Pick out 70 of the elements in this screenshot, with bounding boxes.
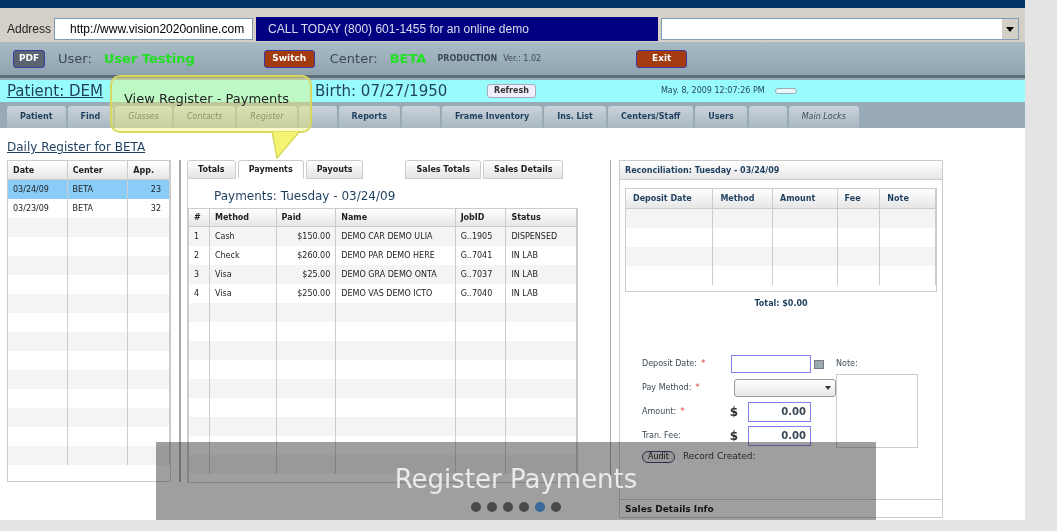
record-created-label: Record Created:	[683, 450, 756, 463]
caption-title: Register Payments	[394, 464, 638, 494]
column-header: Fee	[837, 189, 881, 208]
total-label: Total: $0.00	[754, 298, 808, 310]
switch-button[interactable]: Switch	[263, 49, 315, 68]
field-label: Pay Method:	[642, 382, 692, 394]
required-marker: *	[695, 381, 700, 395]
column-header: Name	[336, 209, 456, 226]
center-name: BETA	[389, 49, 427, 68]
column-header: Amount	[773, 189, 838, 208]
column-header: Date	[8, 161, 68, 179]
audit-button[interactable]: Audit	[642, 450, 675, 463]
nav-tab[interactable]: Users	[695, 106, 747, 128]
currency-symbol: $	[729, 428, 738, 445]
field-label: Deposit Date:	[642, 358, 697, 370]
field-label: Amount:	[642, 406, 677, 418]
center-label: Center:	[329, 49, 378, 68]
date-field[interactable]	[731, 355, 811, 373]
status-pill-icon	[774, 88, 797, 94]
column-header: Method	[713, 189, 774, 208]
nav-tab[interactable]: Reports	[338, 106, 400, 128]
reconciliation-header: Reconciliation: Tuesday - 03/24/09	[620, 161, 942, 180]
user-name: User Testing	[103, 49, 196, 68]
note-field[interactable]	[836, 374, 918, 448]
nav-tab[interactable]: Ins. List	[544, 106, 606, 128]
address-dropdown[interactable]	[661, 18, 1020, 40]
column-header: Status	[506, 209, 577, 226]
user-label: User:	[58, 49, 92, 68]
nav-tab[interactable]: Frame Inventory	[441, 106, 543, 128]
calendar-icon[interactable]	[814, 359, 824, 369]
amount-field[interactable]: 0.00	[748, 426, 811, 446]
pdf-button[interactable]: PDF	[13, 49, 45, 68]
column-header: Paid	[276, 209, 337, 226]
pay-method-select[interactable]	[734, 379, 836, 397]
column-header: Note	[880, 189, 936, 208]
column-header: Center	[67, 161, 129, 179]
column-header: Deposit Date	[626, 189, 714, 208]
report-tab[interactable]: Payouts	[305, 160, 364, 179]
date-time: May. 8, 2009 12:07:26 PM	[660, 85, 765, 97]
environment-label: PRODUCTION	[437, 52, 498, 65]
note-label: Note:	[836, 358, 859, 368]
nav-tab[interactable]: Centers/Staff	[607, 106, 694, 128]
patient-name[interactable]: Patient: DEM	[7, 79, 104, 103]
birth-date: Birth: 07/27/1950	[315, 80, 449, 102]
refresh-button[interactable]: Refresh	[487, 84, 536, 98]
amount-field[interactable]: 0.00	[748, 402, 811, 422]
column-header: JobID	[455, 209, 507, 226]
column-header: App.	[128, 161, 170, 179]
currency-symbol: $	[729, 404, 738, 421]
report-tab[interactable]: Payments	[237, 160, 304, 179]
nav-tab[interactable]: Patient	[7, 106, 66, 128]
register-title: Daily Register for BETA	[7, 139, 147, 156]
address-field[interactable]: http://www.vision2020online.com	[54, 18, 254, 40]
caret-icon	[825, 386, 831, 390]
payments-title: Payments: Tuesday - 03/24/09	[213, 188, 397, 205]
report-tab[interactable]: Sales Details	[483, 160, 564, 179]
tooltip-tail-icon	[271, 131, 301, 159]
column-header: #	[189, 209, 210, 226]
promo-banner: CALL TODAY (800) 601-1455 for an online demo	[256, 17, 659, 41]
register-row[interactable]: 03/24/09 BETA 23	[8, 180, 170, 199]
report-tab[interactable]: Sales Totals	[405, 160, 481, 179]
nav-tab[interactable]: Find	[67, 106, 114, 128]
field-label: Tran. Fee:	[642, 430, 681, 442]
required-marker: *	[700, 357, 706, 371]
exit-button[interactable]: Exit	[636, 49, 688, 68]
column-header: Method	[209, 209, 277, 226]
report-tab[interactable]: Totals	[187, 160, 236, 179]
version-label: Ver.: 1.02	[503, 52, 543, 65]
required-marker: *	[680, 405, 685, 419]
address-label: Address	[7, 21, 52, 38]
